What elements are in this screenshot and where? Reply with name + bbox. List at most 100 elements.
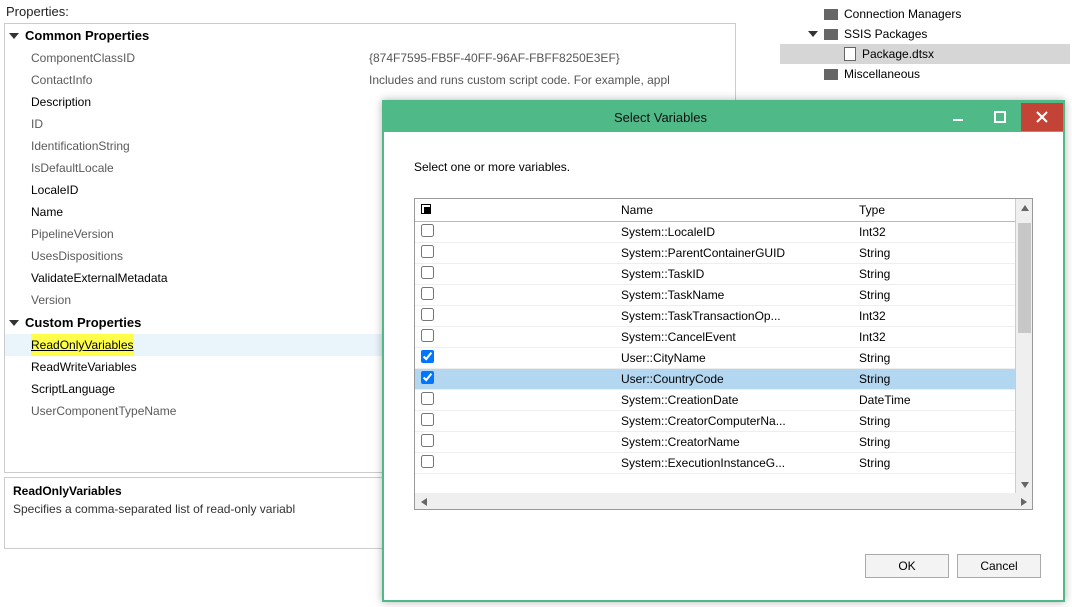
horizontal-scrollbar[interactable] xyxy=(414,493,1033,510)
table-row[interactable]: System::ParentContainerGUIDString xyxy=(415,243,1015,264)
cell-name: System::TaskID xyxy=(615,264,853,285)
cell-name: System::ParentContainerGUID xyxy=(615,243,853,264)
cell-type: Int32 xyxy=(853,222,1015,243)
tree-item[interactable]: Miscellaneous xyxy=(780,64,1070,84)
cell-name: System::TaskTransactionOp... xyxy=(615,306,853,327)
dialog-titlebar[interactable]: Select Variables xyxy=(384,102,1063,132)
variable-checkbox[interactable] xyxy=(421,455,434,468)
table-row[interactable]: System::ExecutionInstanceG...String xyxy=(415,453,1015,474)
variable-checkbox[interactable] xyxy=(421,224,434,237)
cell-name: System::LocaleID xyxy=(615,222,853,243)
solution-explorer-tree[interactable]: Connection Managers SSIS PackagesPackage.… xyxy=(780,0,1070,84)
cell-name: User::CityName xyxy=(615,348,853,369)
table-row[interactable]: User::CityNameString xyxy=(415,348,1015,369)
property-name: ReadWriteVariables xyxy=(5,356,365,378)
tree-item[interactable]: Package.dtsx xyxy=(780,44,1070,64)
cell-name: System::TaskName xyxy=(615,285,853,306)
variable-checkbox[interactable] xyxy=(421,287,434,300)
cell-type: String xyxy=(853,411,1015,432)
file-icon xyxy=(844,47,856,61)
property-name: ReadOnlyVariables xyxy=(31,334,134,356)
properties-title: Properties: xyxy=(0,0,740,23)
variable-checkbox[interactable] xyxy=(421,434,434,447)
scroll-up-icon[interactable] xyxy=(1016,199,1033,216)
column-header-type[interactable]: Type xyxy=(853,199,1015,222)
cell-name: System::CancelEvent xyxy=(615,327,853,348)
table-row[interactable]: System::CancelEventInt32 xyxy=(415,327,1015,348)
vertical-scrollbar[interactable] xyxy=(1015,199,1032,493)
cell-type: DateTime xyxy=(853,390,1015,411)
scrollbar-thumb[interactable] xyxy=(1018,223,1031,333)
variable-checkbox[interactable] xyxy=(421,245,434,258)
group-label: Common Properties xyxy=(25,28,149,43)
cell-type: String xyxy=(853,432,1015,453)
column-header-name[interactable]: Name xyxy=(615,199,853,222)
chevron-down-icon[interactable] xyxy=(808,31,818,37)
cell-name: System::CreatorName xyxy=(615,432,853,453)
variable-checkbox[interactable] xyxy=(421,329,434,342)
cell-name: System::CreationDate xyxy=(615,390,853,411)
property-name: Name xyxy=(5,201,365,223)
group-common-properties[interactable]: Common Properties xyxy=(5,24,735,47)
table-row[interactable]: System::TaskNameString xyxy=(415,285,1015,306)
chevron-down-icon[interactable] xyxy=(9,320,19,326)
column-header-check[interactable] xyxy=(415,199,615,222)
ok-button[interactable]: OK xyxy=(865,554,949,578)
minimize-button[interactable] xyxy=(937,103,979,131)
cell-type: String xyxy=(853,243,1015,264)
property-name: ID xyxy=(5,113,365,135)
table-row[interactable]: User::CountryCodeString xyxy=(415,369,1015,390)
table-row[interactable]: System::CreatorComputerNa...String xyxy=(415,411,1015,432)
variables-table[interactable]: Name Type System::LocaleIDInt32System::P… xyxy=(414,198,1033,494)
property-name: IsDefaultLocale xyxy=(5,157,365,179)
folder-icon xyxy=(824,9,838,20)
tree-item[interactable]: Connection Managers xyxy=(780,4,1070,24)
property-name: Description xyxy=(5,91,365,113)
table-row[interactable]: System::TaskIDString xyxy=(415,264,1015,285)
header-check-icon[interactable] xyxy=(421,204,431,214)
property-name: ScriptLanguage xyxy=(5,378,365,400)
scroll-right-icon[interactable] xyxy=(1015,493,1032,510)
scroll-left-icon[interactable] xyxy=(415,493,432,510)
variable-checkbox[interactable] xyxy=(421,392,434,405)
table-row[interactable]: System::CreationDateDateTime xyxy=(415,390,1015,411)
property-value[interactable]: Includes and runs custom script code. Fo… xyxy=(365,69,735,91)
property-row[interactable]: ComponentClassID{874F7595-FB5F-40FF-96AF… xyxy=(5,47,735,69)
folder-icon xyxy=(824,29,838,40)
cell-type: Int32 xyxy=(853,327,1015,348)
property-name: IdentificationString xyxy=(5,135,365,157)
close-button[interactable] xyxy=(1021,103,1063,131)
cell-name: System::CreatorComputerNa... xyxy=(615,411,853,432)
property-value[interactable]: {874F7595-FB5F-40FF-96AF-FBFF8250E3EF} xyxy=(365,47,735,69)
tree-item-label: Connection Managers xyxy=(844,7,961,21)
chevron-down-icon[interactable] xyxy=(9,33,19,39)
variable-checkbox[interactable] xyxy=(421,266,434,279)
tree-item[interactable]: SSIS Packages xyxy=(780,24,1070,44)
cell-name: System::ExecutionInstanceG... xyxy=(615,453,853,474)
variable-checkbox[interactable] xyxy=(421,350,434,363)
table-row[interactable]: System::CreatorNameString xyxy=(415,432,1015,453)
dialog-title: Select Variables xyxy=(384,110,937,125)
property-name: LocaleID xyxy=(5,179,365,201)
cancel-button[interactable]: Cancel xyxy=(957,554,1041,578)
property-name: ValidateExternalMetadata xyxy=(5,267,365,289)
property-row[interactable]: ContactInfoIncludes and runs custom scri… xyxy=(5,69,735,91)
scroll-down-icon[interactable] xyxy=(1016,476,1033,493)
table-row[interactable]: System::LocaleIDInt32 xyxy=(415,222,1015,243)
variable-checkbox[interactable] xyxy=(421,308,434,321)
dialog-instruction: Select one or more variables. xyxy=(414,160,1033,174)
property-name: ContactInfo xyxy=(5,69,365,91)
property-name: ComponentClassID xyxy=(5,47,365,69)
cell-type: String xyxy=(853,453,1015,474)
cell-type: Int32 xyxy=(853,306,1015,327)
variable-checkbox[interactable] xyxy=(421,371,434,384)
cell-type: String xyxy=(853,369,1015,390)
property-name: UserComponentTypeName xyxy=(5,400,365,422)
cell-type: String xyxy=(853,285,1015,306)
table-row[interactable]: System::TaskTransactionOp...Int32 xyxy=(415,306,1015,327)
property-name: UsesDispositions xyxy=(5,245,365,267)
variable-checkbox[interactable] xyxy=(421,413,434,426)
cell-type: String xyxy=(853,264,1015,285)
property-name: Version xyxy=(5,289,365,311)
maximize-button[interactable] xyxy=(979,103,1021,131)
